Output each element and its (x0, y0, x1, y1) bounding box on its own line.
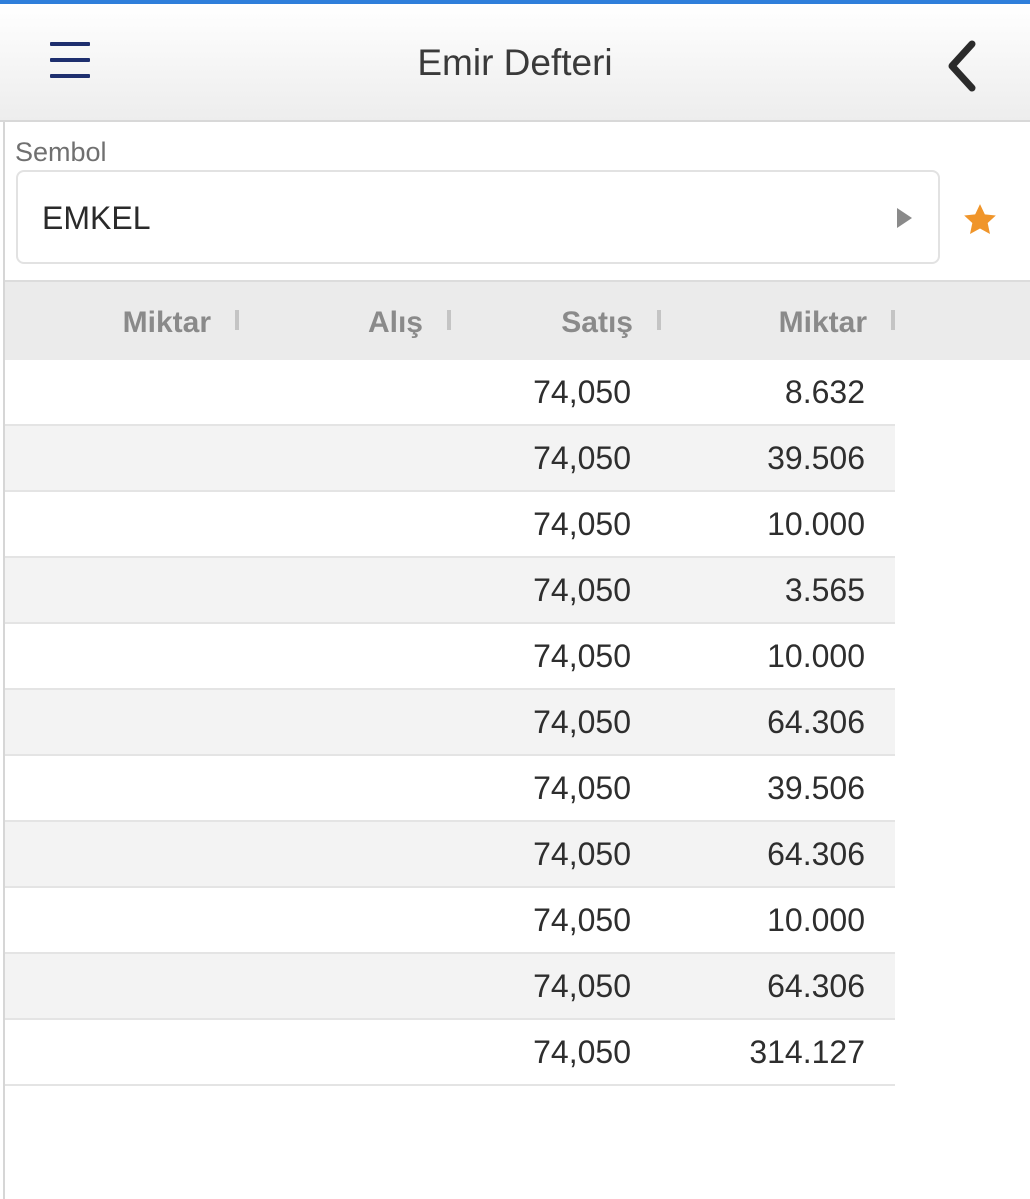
column-header-satis[interactable]: Satış (505, 306, 633, 340)
satis-cell: 74,050 (533, 638, 631, 674)
satis-cell: 74,050 (533, 572, 631, 608)
table-row: 74,050 8.632 (5, 360, 895, 426)
satis-cell: 74,050 (533, 506, 631, 542)
satis-cell: 74,050 (533, 704, 631, 740)
symbol-label: Sembol (15, 137, 107, 167)
table-body: 74,050 8.632 74,050 39.506 74,050 10.000 74… (5, 360, 1030, 1086)
satis-cell: 74,050 (533, 836, 631, 872)
table-header: Miktar Alış Satış Miktar (5, 280, 1030, 360)
satis-cell: 74,050 (533, 440, 631, 476)
column-resize-handle[interactable] (891, 310, 895, 330)
miktar-cell: 39.506 (767, 440, 865, 476)
table-row: 74,050 10.000 (5, 624, 895, 690)
table-row: 74,050 10.000 (5, 888, 895, 954)
miktar-cell: 10.000 (767, 506, 865, 542)
miktar-cell: 8.632 (784, 374, 865, 410)
column-header-miktar-ask[interactable]: Miktar (705, 306, 867, 340)
satis-cell: 74,050 (533, 902, 631, 938)
app-header: Emir Defteri (0, 4, 1030, 122)
column-resize-handle[interactable] (657, 310, 661, 330)
play-arrow-icon (897, 208, 912, 228)
miktar-cell: 10.000 (767, 638, 865, 674)
table-row: 74,050 10.000 (5, 492, 895, 558)
column-resize-handle[interactable] (235, 310, 239, 330)
chevron-left-icon[interactable] (940, 38, 984, 94)
satis-cell: 74,050 (533, 1034, 631, 1070)
column-resize-handle[interactable] (447, 310, 451, 330)
satis-cell: 74,050 (533, 968, 631, 1004)
miktar-cell: 39.506 (767, 770, 865, 806)
miktar-cell: 64.306 (767, 836, 865, 872)
table-row: 74,050 39.506 (5, 756, 895, 822)
miktar-cell: 3.565 (784, 572, 865, 608)
star-icon[interactable] (960, 200, 1000, 240)
order-book-table: Miktar Alış Satış Miktar 74,050 8.632 74,… (5, 280, 1030, 1086)
miktar-cell: 314.127 (749, 1034, 865, 1070)
miktar-cell: 10.000 (767, 902, 865, 938)
satis-cell: 74,050 (533, 374, 631, 410)
symbol-value: EMKEL (42, 200, 151, 236)
column-header-alis[interactable]: Alış (305, 306, 423, 340)
miktar-cell: 64.306 (767, 704, 865, 740)
page-title: Emir Defteri (417, 42, 613, 83)
table-row: 74,050 39.506 (5, 426, 895, 492)
symbol-selector[interactable]: EMKEL (16, 170, 940, 264)
table-row: 74,050 314.127 (5, 1020, 895, 1086)
table-row: 74,050 64.306 (5, 690, 895, 756)
miktar-cell: 64.306 (767, 968, 865, 1004)
main-content: Sembol EMKEL Miktar Alış Satış Miktar 74… (3, 122, 1030, 1199)
column-header-miktar-bid[interactable]: Miktar (65, 306, 211, 340)
table-row: 74,050 3.565 (5, 558, 895, 624)
satis-cell: 74,050 (533, 770, 631, 806)
table-row: 74,050 64.306 (5, 822, 895, 888)
table-row: 74,050 64.306 (5, 954, 895, 1020)
